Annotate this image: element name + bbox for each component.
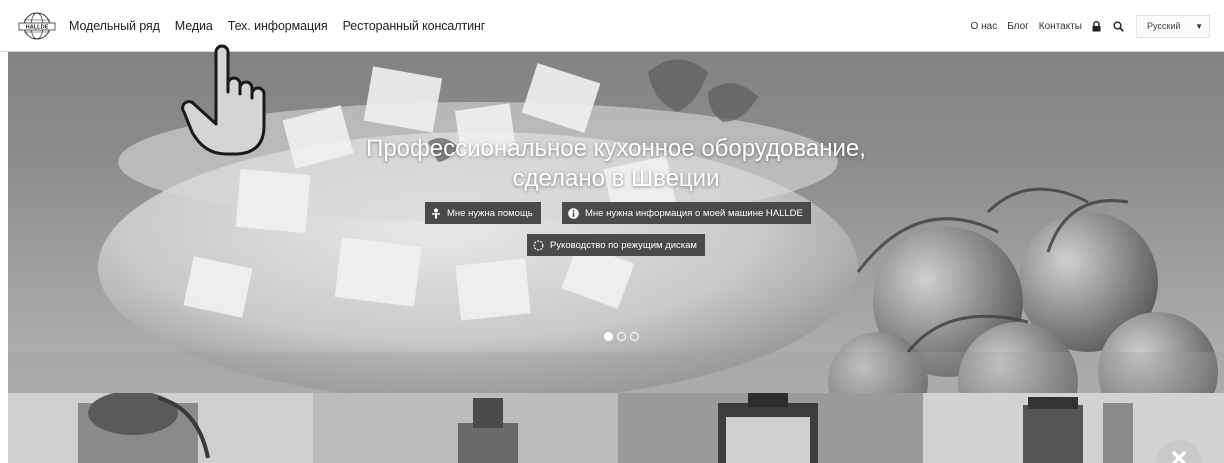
search-icon[interactable] xyxy=(1113,20,1124,32)
nav-restaurant-consulting[interactable]: Ресторанный консалтинг xyxy=(343,19,486,33)
carousel-indicators xyxy=(604,332,643,341)
carousel-dot-1[interactable] xyxy=(604,332,613,341)
lock-icon[interactable] xyxy=(1092,20,1101,32)
carousel-dot-2[interactable] xyxy=(617,332,626,341)
cutting-discs-guide-button[interactable]: Руководство по режущим дискам xyxy=(527,234,705,256)
hero-heading-line2: сделано в Швеции xyxy=(512,165,720,192)
hand-pointer-icon xyxy=(178,40,278,165)
info-icon xyxy=(568,207,579,219)
language-value: Русский xyxy=(1147,21,1181,31)
need-help-button[interactable]: Мне нужна помощь xyxy=(425,202,541,224)
nav-model-range[interactable]: Модельный ряд xyxy=(69,19,160,33)
logo-wordmark: HALLDE xyxy=(26,25,49,31)
carousel-dot-3[interactable] xyxy=(630,332,639,341)
need-help-label: Мне нужна помощь xyxy=(447,207,533,219)
need-machine-info-button[interactable]: Мне нужна информация о моей машине HALLD… xyxy=(562,202,811,224)
need-machine-info-label: Мне нужна информация о моей машине HALLD… xyxy=(585,207,803,219)
globe-logo-icon: HALLDE xyxy=(18,12,56,40)
person-help-icon xyxy=(431,208,441,219)
hallde-logo[interactable]: HALLDE xyxy=(17,11,57,41)
hero-heading-line1: Профессиональное кухонное оборудование, xyxy=(366,135,866,162)
close-icon xyxy=(1171,450,1187,463)
product-strip xyxy=(8,393,1224,463)
nav-contacts[interactable]: Контакты xyxy=(1039,21,1082,32)
chevron-down-icon: ▼ xyxy=(1195,21,1203,31)
nav-media[interactable]: Медиа xyxy=(175,19,213,33)
secondary-menu: О нас Блог Контакты Русский ▼ xyxy=(971,0,1210,52)
cutting-discs-guide-label: Руководство по режущим дискам xyxy=(550,239,697,251)
nav-tech-info[interactable]: Тех. информация xyxy=(228,19,328,33)
product-card-3[interactable] xyxy=(618,393,923,463)
nav-blog[interactable]: Блог xyxy=(1007,21,1029,32)
main-menu: Модельный ряд Медиа Тех. информация Рест… xyxy=(69,0,500,52)
disc-icon xyxy=(533,239,544,251)
nav-about[interactable]: О нас xyxy=(971,21,998,32)
product-card-1[interactable] xyxy=(8,393,313,463)
product-card-2[interactable] xyxy=(313,393,618,463)
language-select[interactable]: Русский ▼ xyxy=(1136,14,1210,38)
